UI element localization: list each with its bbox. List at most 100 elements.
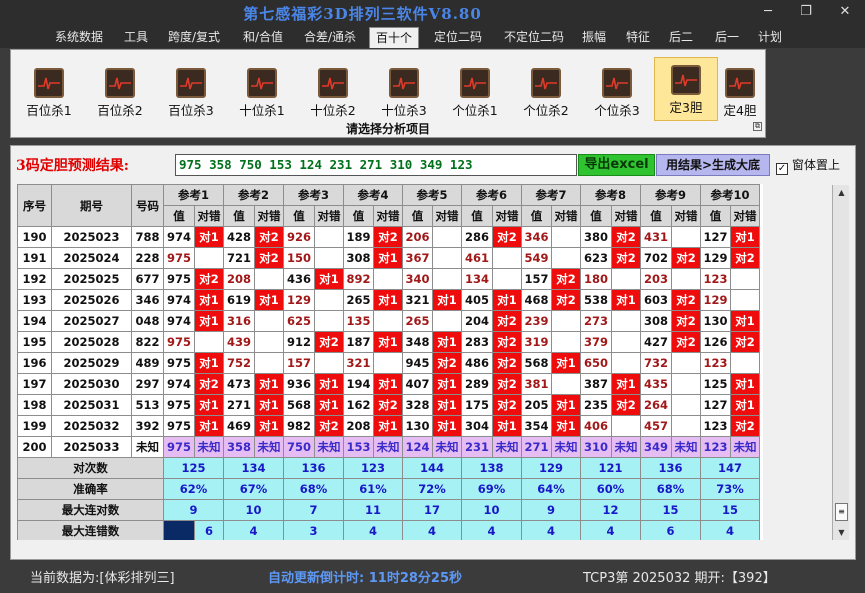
menu-item[interactable]: 特征	[618, 27, 658, 48]
ref-result-cell	[551, 373, 581, 395]
menu-item[interactable]: 系统数据	[50, 27, 108, 48]
subheader-result: 对错	[611, 205, 641, 227]
row-seq: 199	[17, 415, 52, 437]
chart-pulse-icon	[725, 68, 755, 98]
toolbar-item[interactable]: 定3胆	[654, 57, 718, 121]
menu-item[interactable]: 百十个	[369, 27, 419, 48]
ribbon-expand-icon[interactable]: ⧉	[753, 122, 762, 131]
window-on-top-checkbox[interactable]: ✓ 窗体置上	[776, 156, 840, 175]
row-period: 2025026	[51, 289, 132, 311]
table-row[interactable]: 197 2025030 297 974 对2 473 对1 936 对1 194 对1 407 对1 28…	[17, 373, 760, 395]
scroll-up-icon[interactable]: ▲	[833, 185, 850, 200]
menu-item[interactable]: 计划	[752, 27, 788, 48]
toolbar-item[interactable]: 个位杀1	[443, 65, 507, 120]
column-header-seq: 序号	[17, 184, 52, 227]
ref-value-cell: 750	[283, 436, 315, 458]
menu-item[interactable]: 后一	[708, 27, 746, 48]
ref-result-cell: 未知	[373, 436, 403, 458]
app-title: 第七感福彩3D排列三软件V8.80	[243, 5, 482, 23]
stats-label: 准确率	[17, 478, 164, 500]
menu-item[interactable]: 振幅	[576, 27, 612, 48]
export-excel-button[interactable]: 导出excel	[578, 154, 655, 176]
ref-value-cell: 321	[343, 352, 374, 374]
row-number: 489	[131, 352, 164, 374]
menu-item[interactable]: 后二	[662, 27, 700, 48]
ref-value-cell: 273	[580, 310, 612, 332]
ref-value-cell: 623	[580, 247, 612, 269]
row-period: 2025027	[51, 310, 132, 332]
table-row[interactable]: 194 2025027 048 974 对1 316 625 135 265 204 对2 239 27…	[17, 310, 760, 332]
table-row[interactable]: 192 2025025 677 975 对2 208 436 对1 892 340 134 157 对2…	[17, 268, 760, 290]
vertical-scrollbar[interactable]: ▲ ≡ ▼	[832, 185, 849, 540]
toolbar-item[interactable]: 十位杀1	[230, 65, 294, 120]
stats-value: 15	[640, 499, 701, 521]
stats-value: 6	[640, 520, 701, 540]
subheader-result: 对错	[373, 205, 403, 227]
stats-value: 62%	[163, 478, 224, 500]
ref-value-cell: 982	[283, 415, 315, 437]
toolbar-item[interactable]: 十位杀3	[372, 65, 436, 120]
ref-value-cell: 406	[580, 415, 612, 437]
toolbar-ribbon: 百位杀1 百位杀2 百位杀3 十位杀1 十位杀2 十位杀3 个位杀1 个位杀2 个位杀3 定3胆 定…	[10, 49, 766, 138]
toolbar-item[interactable]: 百位杀1	[17, 65, 81, 120]
ref-value-cell: 974	[163, 289, 195, 311]
checkbox-icon[interactable]: ✓	[776, 163, 788, 175]
ref-result-cell	[671, 352, 701, 374]
table-row[interactable]: 193 2025026 346 974 对1 619 对1 129 265 对1 321 对1 405 对…	[17, 289, 760, 311]
scroll-down-icon[interactable]: ▼	[833, 525, 850, 540]
restore-button[interactable]: ❐	[791, 2, 821, 22]
ref-value-cell: 348	[402, 331, 433, 353]
toolbar-item[interactable]: 个位杀2	[514, 65, 578, 120]
menu-item[interactable]: 合差/通杀	[298, 27, 362, 48]
ref-value-cell: 936	[283, 373, 315, 395]
row-period: 2025030	[51, 373, 132, 395]
subheader-value: 值	[640, 205, 672, 227]
generate-base-button[interactable]: 用结果>生成大底	[656, 154, 770, 176]
minimize-button[interactable]: ─	[753, 2, 783, 22]
menu-item[interactable]: 不定位二码	[496, 27, 572, 48]
table-row[interactable]: 196 2025029 489 975 对1 752 157 321 945 对2 486 对2 568…	[17, 352, 760, 374]
menu-item[interactable]: 和/合值	[236, 27, 290, 48]
column-header-ref: 参考2	[223, 184, 284, 206]
table-row[interactable]: 198 2025031 513 975 对1 271 对1 568 对1 162 对2 328 对1 17…	[17, 394, 760, 416]
stats-value: 10	[223, 499, 284, 521]
ref-value-cell: 354	[521, 415, 552, 437]
ref-value-cell: 150	[283, 247, 315, 269]
subheader-value: 值	[402, 205, 433, 227]
ref-value-cell: 650	[580, 352, 612, 374]
stats-value: 15	[700, 499, 760, 521]
table-row[interactable]: 190 2025023 788 974 对1 428 对2 926 189 对2 206 286 对2 3…	[17, 226, 760, 248]
ref-value-cell: 157	[521, 268, 552, 290]
table-row[interactable]: 195 2025028 822 975 439 912 对2 187 对1 348 对1 283 对2 3…	[17, 331, 760, 353]
row-seq: 197	[17, 373, 52, 395]
stats-selected-cell[interactable]	[163, 520, 195, 540]
menu-item[interactable]: 工具	[118, 27, 154, 48]
ref-value-cell: 123	[700, 436, 731, 458]
ref-result-cell: 对2	[314, 331, 344, 353]
ref-value-cell: 206	[402, 226, 433, 248]
scroll-thumb[interactable]: ≡	[835, 503, 848, 521]
toolbar-item[interactable]: 个位杀3	[585, 65, 649, 120]
menu-item[interactable]: 定位二码	[426, 27, 490, 48]
ref-result-cell: 对1	[551, 415, 581, 437]
ref-result-cell	[314, 352, 344, 374]
table-row[interactable]: 191 2025024 228 975 721 对2 150 308 对1 367 461 549 62…	[17, 247, 760, 269]
ref-result-cell	[730, 352, 760, 374]
toolbar-item[interactable]: 百位杀2	[88, 65, 152, 120]
pending-row[interactable]: 200 2025033 未知 975 未知 358 未知 750 未知 153 未知 124 未知 231…	[17, 436, 760, 458]
toolbar-item[interactable]: 十位杀2	[301, 65, 365, 120]
ref-result-cell	[611, 268, 641, 290]
stats-value: 4	[223, 520, 284, 540]
ref-result-cell: 对1	[254, 394, 284, 416]
ref-result-cell	[671, 268, 701, 290]
close-button[interactable]: ✕	[830, 2, 860, 22]
menu-item[interactable]: 跨度/复式	[162, 27, 226, 48]
ref-value-cell: 310	[580, 436, 612, 458]
prediction-result-field[interactable]: 975 358 750 153 124 231 271 310 349 123	[175, 154, 577, 176]
ref-result-cell	[551, 226, 581, 248]
table-row[interactable]: 199 2025032 392 975 对1 469 对1 982 对2 208 对1 130 对1 30…	[17, 415, 760, 437]
toolbar-item[interactable]: 定4胆	[715, 65, 765, 120]
ref-result-cell: 对1	[551, 394, 581, 416]
toolbar-item[interactable]: 百位杀3	[159, 65, 223, 120]
stats-value: 123	[343, 457, 403, 479]
